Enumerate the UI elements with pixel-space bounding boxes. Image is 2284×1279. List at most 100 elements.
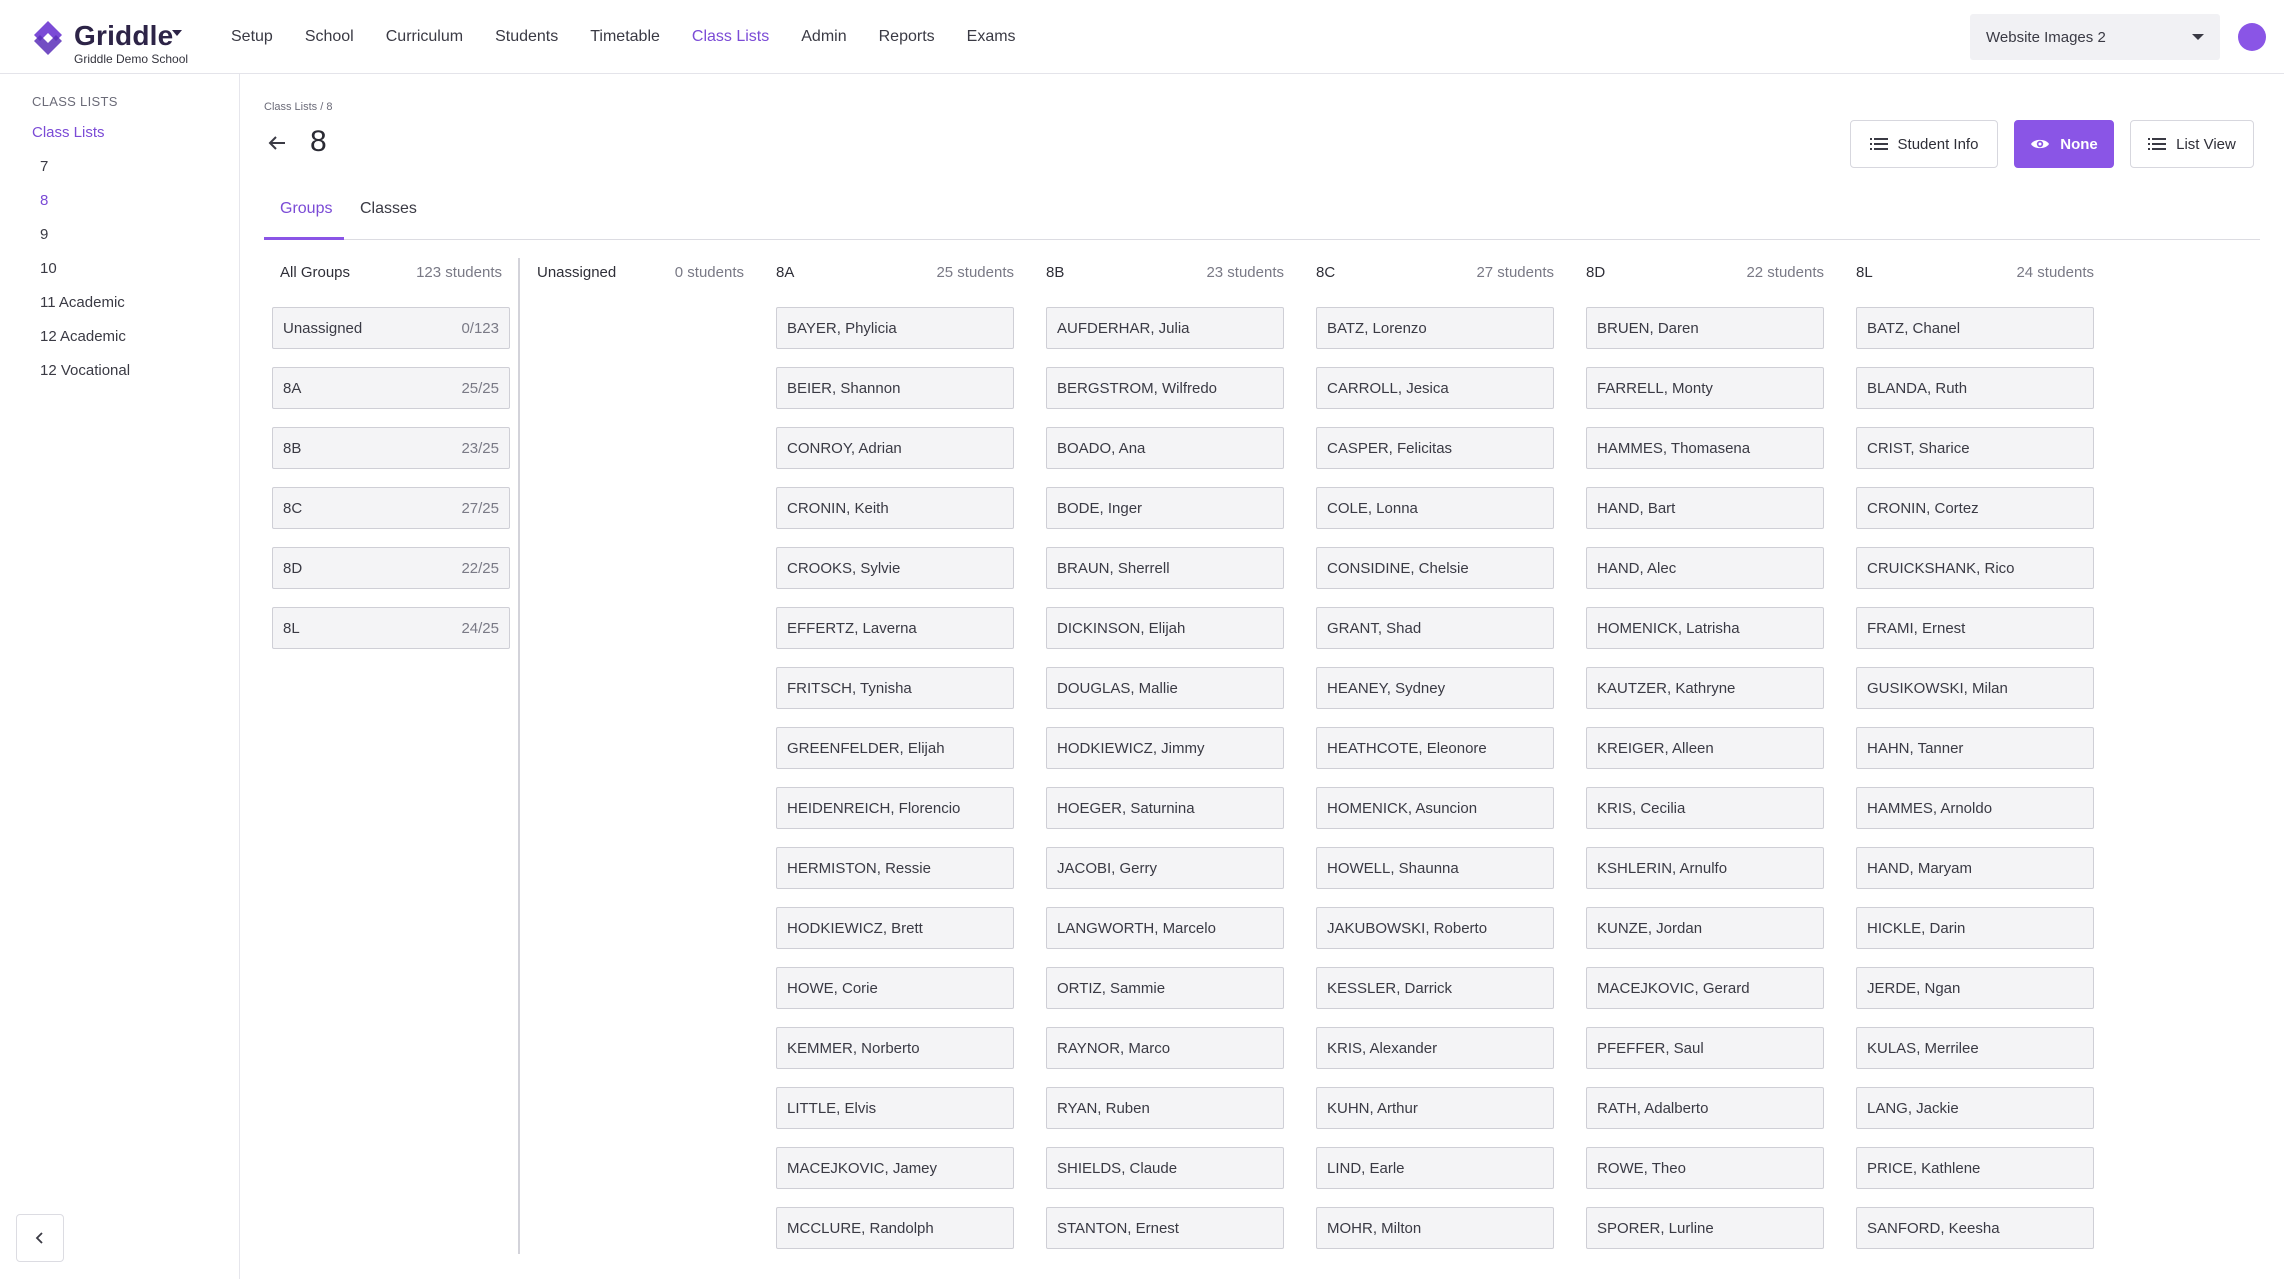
student-card[interactable]: KEMMER, Norberto (776, 1027, 1014, 1069)
brand-chevron-down-icon[interactable] (172, 30, 182, 36)
student-card[interactable]: HOMENICK, Latrisha (1586, 607, 1824, 649)
student-card[interactable]: LANGWORTH, Marcelo (1046, 907, 1284, 949)
student-card[interactable]: CROOKS, Sylvie (776, 547, 1014, 589)
student-card[interactable]: CRONIN, Cortez (1856, 487, 2094, 529)
student-card[interactable]: BRUEN, Daren (1586, 307, 1824, 349)
list-view-button[interactable]: List View (2130, 120, 2254, 168)
student-card[interactable]: HODKIEWICZ, Jimmy (1046, 727, 1284, 769)
nav-item-school[interactable]: School (305, 28, 354, 46)
nav-item-exams[interactable]: Exams (967, 28, 1016, 46)
student-card[interactable]: JACOBI, Gerry (1046, 847, 1284, 889)
student-card[interactable]: BEIER, Shannon (776, 367, 1014, 409)
sidebar-item-8[interactable]: 8 (40, 192, 130, 226)
student-card[interactable]: KSHLERIN, Arnulfo (1586, 847, 1824, 889)
nav-item-reports[interactable]: Reports (879, 28, 935, 46)
nav-item-class-lists[interactable]: Class Lists (692, 28, 769, 46)
student-card[interactable]: HAMMES, Arnoldo (1856, 787, 2094, 829)
student-card[interactable]: BLANDA, Ruth (1856, 367, 2094, 409)
sidebar-item-12-academic[interactable]: 12 Academic (40, 328, 130, 362)
student-card[interactable]: MACEJKOVIC, Gerard (1586, 967, 1824, 1009)
group-card-8l[interactable]: 8L 24/25 (272, 607, 510, 649)
student-card[interactable]: HEATHCOTE, Eleonore (1316, 727, 1554, 769)
student-card[interactable]: SHIELDS, Claude (1046, 1147, 1284, 1189)
student-card[interactable]: HAND, Maryam (1856, 847, 2094, 889)
student-card[interactable]: COLE, Lonna (1316, 487, 1554, 529)
student-card[interactable]: HERMISTON, Ressie (776, 847, 1014, 889)
student-card[interactable]: JERDE, Ngan (1856, 967, 2094, 1009)
student-card[interactable]: KESSLER, Darrick (1316, 967, 1554, 1009)
student-card[interactable]: BRAUN, Sherrell (1046, 547, 1284, 589)
student-card[interactable]: HOWELL, Shaunna (1316, 847, 1554, 889)
student-card[interactable]: RATH, Adalberto (1586, 1087, 1824, 1129)
visibility-none-button[interactable]: None (2014, 120, 2114, 168)
collapse-sidebar-button[interactable] (16, 1214, 64, 1262)
student-card[interactable]: DOUGLAS, Mallie (1046, 667, 1284, 709)
student-card[interactable]: FARRELL, Monty (1586, 367, 1824, 409)
sidebar-item-11-academic[interactable]: 11 Academic (40, 294, 130, 328)
student-card[interactable]: EFFERTZ, Laverna (776, 607, 1014, 649)
student-card[interactable]: KAUTZER, Kathryne (1586, 667, 1824, 709)
group-card-unassigned[interactable]: Unassigned 0/123 (272, 307, 510, 349)
student-card[interactable]: CASPER, Felicitas (1316, 427, 1554, 469)
student-card[interactable]: GRANT, Shad (1316, 607, 1554, 649)
student-card[interactable]: HAND, Alec (1586, 547, 1824, 589)
student-card[interactable]: HAMMES, Thomasena (1586, 427, 1824, 469)
student-card[interactable]: BAYER, Phylicia (776, 307, 1014, 349)
student-card[interactable]: CRUICKSHANK, Rico (1856, 547, 2094, 589)
student-card[interactable]: HICKLE, Darin (1856, 907, 2094, 949)
student-card[interactable]: KREIGER, Alleen (1586, 727, 1824, 769)
student-card[interactable]: ORTIZ, Sammie (1046, 967, 1284, 1009)
sidebar-item-class-lists[interactable]: Class Lists (32, 124, 105, 141)
student-card[interactable]: CONROY, Adrian (776, 427, 1014, 469)
student-card[interactable]: FRITSCH, Tynisha (776, 667, 1014, 709)
student-card[interactable]: BATZ, Lorenzo (1316, 307, 1554, 349)
student-card[interactable]: KULAS, Merrilee (1856, 1027, 2094, 1069)
student-card[interactable]: HAHN, Tanner (1856, 727, 2094, 769)
student-card[interactable]: SPORER, Lurline (1586, 1207, 1824, 1249)
sidebar-item-10[interactable]: 10 (40, 260, 130, 294)
student-card[interactable]: BATZ, Chanel (1856, 307, 2094, 349)
student-card[interactable]: HAND, Bart (1586, 487, 1824, 529)
student-card[interactable]: MACEJKOVIC, Jamey (776, 1147, 1014, 1189)
student-card[interactable]: SANFORD, Keesha (1856, 1207, 2094, 1249)
student-card[interactable]: LITTLE, Elvis (776, 1087, 1014, 1129)
student-card[interactable]: HOMENICK, Asuncion (1316, 787, 1554, 829)
student-card[interactable]: CRONIN, Keith (776, 487, 1014, 529)
brand-name[interactable]: Griddle (74, 20, 173, 52)
group-card-8b[interactable]: 8B 23/25 (272, 427, 510, 469)
student-card[interactable]: KUHN, Arthur (1316, 1087, 1554, 1129)
sidebar-item-7[interactable]: 7 (40, 158, 130, 192)
nav-item-admin[interactable]: Admin (801, 28, 846, 46)
nav-item-timetable[interactable]: Timetable (590, 28, 660, 46)
student-card[interactable]: HOEGER, Saturnina (1046, 787, 1284, 829)
tab-groups[interactable]: Groups (280, 200, 332, 218)
student-card[interactable]: ROWE, Theo (1586, 1147, 1824, 1189)
griddle-logo-icon[interactable] (28, 18, 68, 58)
nav-item-students[interactable]: Students (495, 28, 558, 46)
avatar[interactable] (2238, 23, 2266, 51)
student-card[interactable]: BODE, Inger (1046, 487, 1284, 529)
student-card[interactable]: BOADO, Ana (1046, 427, 1284, 469)
back-arrow-icon[interactable] (266, 132, 288, 154)
student-card[interactable]: KRIS, Alexander (1316, 1027, 1554, 1069)
student-card[interactable]: FRAMI, Ernest (1856, 607, 2094, 649)
student-card[interactable]: STANTON, Ernest (1046, 1207, 1284, 1249)
student-card[interactable]: RAYNOR, Marco (1046, 1027, 1284, 1069)
student-card[interactable]: AUFDERHAR, Julia (1046, 307, 1284, 349)
student-card[interactable]: GREENFELDER, Elijah (776, 727, 1014, 769)
student-card[interactable]: CRIST, Sharice (1856, 427, 2094, 469)
student-card[interactable]: MCCLURE, Randolph (776, 1207, 1014, 1249)
sidebar-item-9[interactable]: 9 (40, 226, 130, 260)
student-card[interactable]: HEANEY, Sydney (1316, 667, 1554, 709)
student-info-button[interactable]: Student Info (1850, 120, 1998, 168)
nav-item-setup[interactable]: Setup (231, 28, 273, 46)
student-card[interactable]: KRIS, Cecilia (1586, 787, 1824, 829)
group-card-8d[interactable]: 8D 22/25 (272, 547, 510, 589)
student-card[interactable]: DICKINSON, Elijah (1046, 607, 1284, 649)
group-card-8c[interactable]: 8C 27/25 (272, 487, 510, 529)
student-card[interactable]: LIND, Earle (1316, 1147, 1554, 1189)
student-card[interactable]: HOWE, Corie (776, 967, 1014, 1009)
student-card[interactable]: MOHR, Milton (1316, 1207, 1554, 1249)
tab-classes[interactable]: Classes (360, 200, 417, 218)
student-card[interactable]: LANG, Jackie (1856, 1087, 2094, 1129)
